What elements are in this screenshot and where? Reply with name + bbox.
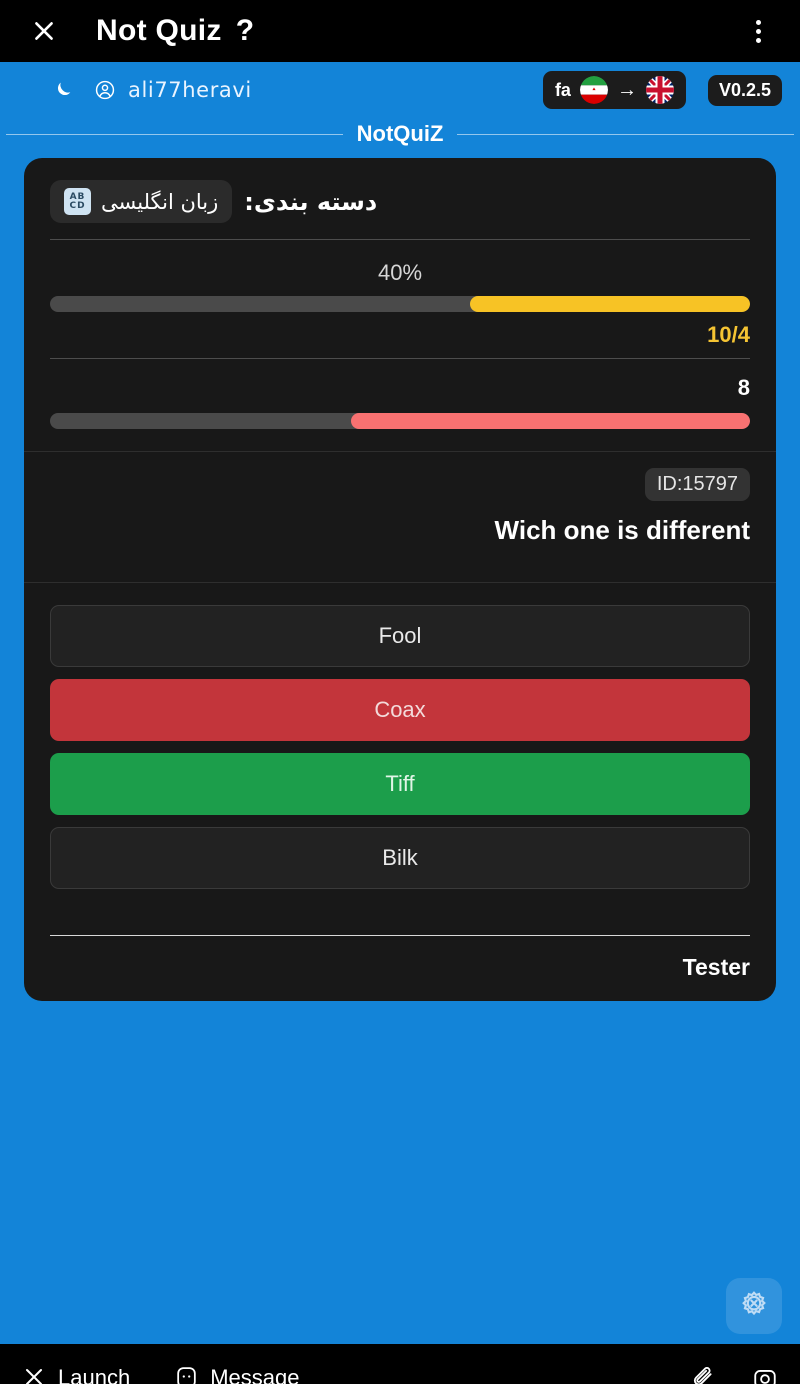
- category-label: دسته بندی:: [244, 187, 378, 216]
- timer-value-label: 8: [737, 375, 750, 400]
- united-kingdom-flag-icon: [645, 76, 674, 104]
- overflow-menu-icon[interactable]: [740, 11, 776, 51]
- category-value: زبان انگلیسی: [101, 189, 219, 214]
- footer-divider-wrap: [24, 897, 776, 936]
- version-badge: V0.2.5: [707, 74, 782, 106]
- message-button[interactable]: Message: [174, 1365, 299, 1384]
- player-name-label: Tester: [682, 954, 750, 980]
- close-icon[interactable]: [24, 11, 64, 51]
- menu-dot: [755, 19, 761, 25]
- score-percent-label: 40%: [377, 260, 423, 285]
- option-label: Tiff: [385, 771, 415, 796]
- option-label: Coax: [374, 697, 426, 722]
- page-body: ali77heravi fa → V0.2.5 NotQuiZ دسته بند…: [0, 62, 800, 1001]
- timer-progress-fill: [351, 413, 750, 429]
- smiley-message-icon: [174, 1365, 200, 1384]
- abcd-icon-bottom: CD: [69, 200, 86, 211]
- question-id-badge: ID:15797: [644, 468, 750, 501]
- category-divider-wrap: [24, 239, 776, 240]
- language-from-code: fa: [554, 79, 571, 100]
- app-title: Not Quiz: [96, 14, 222, 47]
- camera-icon[interactable]: [752, 1365, 778, 1384]
- app-root: Not Quiz ? ali77heravi fa → V0.2.5 NotQu…: [0, 0, 800, 1384]
- paperclip-icon[interactable]: [690, 1365, 716, 1384]
- launch-label: Launch: [58, 1365, 131, 1384]
- divider: [50, 935, 750, 936]
- score-divider-wrap: [24, 358, 776, 359]
- bottom-bar: Launch Message: [0, 1344, 800, 1384]
- section-title: NotQuiZ: [0, 118, 800, 150]
- x-launch-icon: [22, 1365, 48, 1384]
- arrow-right-icon: →: [616, 79, 637, 101]
- option-button[interactable]: Tiff: [50, 753, 750, 815]
- option-label: Fool: [378, 623, 422, 648]
- app-bar: Not Quiz ?: [0, 0, 800, 62]
- option-label: Bilk: [382, 845, 418, 870]
- account-circle-icon[interactable]: [94, 79, 116, 101]
- option-button[interactable]: Bilk: [50, 827, 750, 889]
- question-zone: ID:15797 Wich one is different: [24, 452, 776, 582]
- user-bar: ali77heravi fa → V0.2.5: [0, 62, 800, 118]
- menu-dot: [755, 28, 761, 34]
- divider: [50, 358, 750, 359]
- abcd-icon: AB CD: [64, 188, 91, 215]
- menu-dot: [755, 37, 761, 43]
- section-title-label: NotQuiZ: [356, 121, 444, 146]
- quiz-card: دسته بندی: زبان انگلیسی AB CD 40% 10/4 8…: [24, 158, 776, 1001]
- settings-tools-fab[interactable]: [726, 1278, 782, 1334]
- section-rule-left: [6, 133, 343, 135]
- iran-flag-icon: [579, 76, 608, 104]
- category-badge[interactable]: زبان انگلیسی AB CD: [50, 180, 233, 223]
- score-progress-fill: [470, 296, 750, 312]
- timer-progress-group: 8: [24, 369, 776, 429]
- help-icon[interactable]: ?: [236, 14, 254, 48]
- score-progress-group: 40% 10/4: [24, 250, 776, 348]
- timer-progress-bar: [50, 413, 750, 429]
- divider: [50, 239, 750, 240]
- moon-icon[interactable]: [52, 79, 74, 101]
- section-rule-right: [457, 133, 795, 135]
- options-list: Fool Coax Tiff Bilk: [24, 583, 776, 897]
- launch-button[interactable]: Launch: [22, 1365, 130, 1384]
- option-button[interactable]: Coax: [50, 679, 750, 741]
- score-caption: 10/4: [707, 322, 750, 347]
- option-button[interactable]: Fool: [50, 605, 750, 667]
- username-label: ali77heravi: [128, 78, 252, 102]
- question-text: Wich one is different: [494, 515, 750, 545]
- score-progress-bar: [50, 296, 750, 312]
- message-label: Message: [210, 1365, 300, 1384]
- language-switch[interactable]: fa →: [542, 71, 686, 109]
- category-row: دسته بندی: زبان انگلیسی AB CD: [24, 158, 776, 229]
